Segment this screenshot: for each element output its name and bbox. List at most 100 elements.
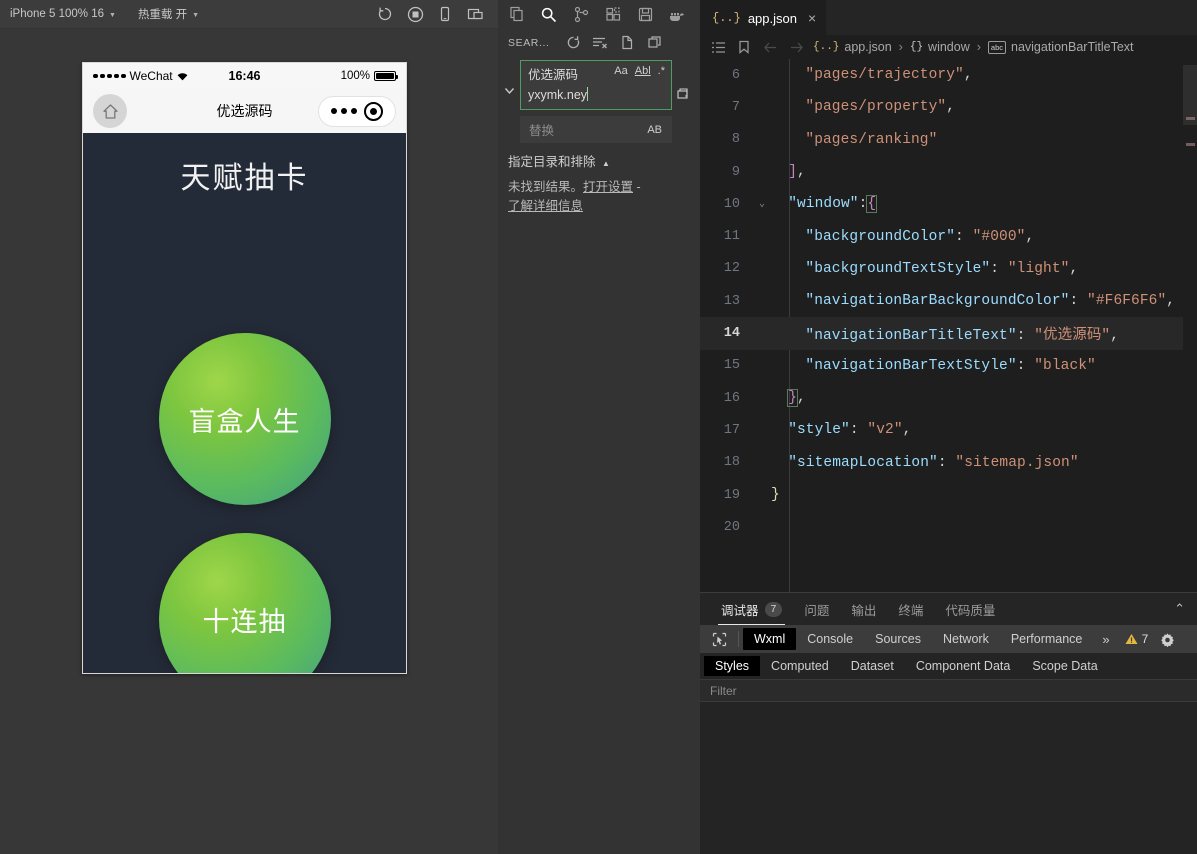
- source-control-icon[interactable]: [565, 0, 597, 29]
- replace-all-icon[interactable]: [672, 60, 694, 94]
- panel-tab[interactable]: 代码质量: [934, 593, 1006, 625]
- code-line[interactable]: 14"navigationBarTitleText": "优选源码",: [700, 317, 1197, 349]
- bookmark-icon[interactable]: [732, 36, 756, 58]
- code-line[interactable]: 12"backgroundTextStyle": "light",: [700, 253, 1197, 285]
- ten-draw-button[interactable]: 十连抽: [159, 533, 331, 673]
- breadcrumb-item-window[interactable]: {} window: [907, 40, 973, 54]
- replace-input[interactable]: 替换 AB: [520, 116, 672, 143]
- search-input[interactable]: 优选源码 yxymk.ney Aa Abl .*: [520, 60, 672, 110]
- fold-chevron-icon[interactable]: ⌄: [753, 198, 771, 210]
- breadcrumb-property-label: navigationBarTitleText: [1011, 40, 1134, 54]
- devtools-tab[interactable]: Performance: [1000, 628, 1094, 650]
- styles-tab[interactable]: Styles: [704, 656, 760, 676]
- blind-box-button[interactable]: 盲盒人生: [159, 333, 331, 505]
- save-all-icon[interactable]: [629, 0, 661, 29]
- code-text: ],: [771, 164, 806, 180]
- devtools-tab-bar: WxmlConsoleSourcesNetworkPerformance » 7: [700, 625, 1197, 653]
- search-icon[interactable]: [533, 0, 565, 29]
- extensions-icon[interactable]: [597, 0, 629, 29]
- editor-area: {..} app.json × {..} app.json: [700, 0, 1197, 854]
- code-line[interactable]: 17"style": "v2",: [700, 414, 1197, 446]
- code-line[interactable]: 16},: [700, 382, 1197, 414]
- element-picker-icon[interactable]: [704, 627, 734, 651]
- code-line[interactable]: 10⌄"window":{: [700, 188, 1197, 220]
- toggle-replace-icon[interactable]: [498, 60, 520, 143]
- devtools-tab[interactable]: Network: [932, 628, 1000, 650]
- panel-tab[interactable]: 终端: [887, 593, 934, 625]
- regex-option[interactable]: .*: [657, 65, 666, 77]
- style-filter-bar[interactable]: [700, 679, 1197, 702]
- more-dots-icon[interactable]: [331, 108, 357, 114]
- minimap-slider[interactable]: [1183, 65, 1197, 125]
- forward-arrow-icon[interactable]: [784, 36, 808, 58]
- phone-icon[interactable]: [432, 3, 458, 25]
- code-text: "pages/property",: [771, 99, 955, 115]
- files-icon[interactable]: [501, 0, 533, 29]
- code-line[interactable]: 11"backgroundColor": "#000",: [700, 220, 1197, 252]
- whole-word-option[interactable]: Abl: [634, 65, 652, 77]
- back-arrow-icon[interactable]: [758, 36, 782, 58]
- styles-tab[interactable]: Scope Data: [1021, 656, 1108, 676]
- styles-tab[interactable]: Dataset: [840, 656, 905, 676]
- refresh-icon[interactable]: [372, 3, 398, 25]
- outline-icon[interactable]: [706, 36, 730, 58]
- clear-search-icon[interactable]: [587, 32, 614, 54]
- include-exclude-toggle[interactable]: 指定目录和排除 ▲: [498, 143, 700, 170]
- code-line[interactable]: 18"sitemapLocation": "sitemap.json": [700, 447, 1197, 479]
- minimap[interactable]: [1183, 59, 1197, 592]
- line-number: 10: [700, 197, 753, 212]
- code-line[interactable]: 19}: [700, 479, 1197, 511]
- collapse-all-icon[interactable]: [641, 32, 668, 54]
- breadcrumb-window-label: window: [928, 40, 970, 54]
- line-number: 18: [700, 455, 753, 470]
- chevron-up-icon[interactable]: ⌃: [1174, 601, 1187, 617]
- tab-app-json[interactable]: {..} app.json ×: [700, 0, 827, 35]
- code-line[interactable]: 8"pages/ranking": [700, 124, 1197, 156]
- panel-tab[interactable]: 问题: [793, 593, 840, 625]
- gear-icon[interactable]: [1154, 627, 1180, 651]
- devtools-tab[interactable]: Wxml: [743, 628, 796, 650]
- breadcrumb-separator: ›: [899, 40, 903, 54]
- record-icon[interactable]: [402, 3, 428, 25]
- code-line[interactable]: 9],: [700, 156, 1197, 188]
- devtools-tab[interactable]: Sources: [864, 628, 932, 650]
- search-input-line2: yxymk.ney: [528, 85, 619, 105]
- panel-tab[interactable]: 调试器7: [710, 593, 793, 625]
- search-panel-header: SEAR...: [498, 29, 700, 56]
- breadcrumb-item-file[interactable]: {..} app.json: [810, 40, 895, 54]
- panel-tab[interactable]: 输出: [840, 593, 887, 625]
- target-icon[interactable]: [364, 102, 383, 121]
- code-editor[interactable]: 6"pages/trajectory",7"pages/property",8"…: [700, 59, 1197, 592]
- close-icon[interactable]: ×: [808, 10, 816, 26]
- open-settings-link[interactable]: 打开设置: [583, 180, 633, 194]
- device-selector[interactable]: iPhone 5 100% 16 ▼: [10, 8, 116, 20]
- simulator-stage: WeChat 16:46 100% 优选源码: [0, 29, 498, 854]
- new-file-icon[interactable]: [614, 32, 641, 54]
- line-number: 13: [700, 294, 753, 309]
- styles-tab[interactable]: Component Data: [905, 656, 1022, 676]
- hot-reload-selector[interactable]: 热重载 开 ▼: [138, 6, 199, 22]
- split-window-icon[interactable]: [462, 3, 488, 25]
- simulator-column: iPhone 5 100% 16 ▼ 热重载 开 ▼: [0, 0, 498, 854]
- tab-label: app.json: [748, 11, 797, 26]
- code-text: "pages/trajectory",: [771, 67, 973, 83]
- devtools-tab[interactable]: Console: [796, 628, 864, 650]
- docker-icon[interactable]: [661, 0, 693, 29]
- panel-tab-label: 代码质量: [945, 600, 995, 619]
- more-tabs-button[interactable]: »: [1093, 632, 1118, 647]
- code-line[interactable]: 6"pages/trajectory",: [700, 59, 1197, 91]
- styles-tab[interactable]: Computed: [760, 656, 840, 676]
- chevron-up-icon: ▲: [602, 159, 610, 168]
- code-line[interactable]: 15"navigationBarTextStyle": "black": [700, 350, 1197, 382]
- code-line[interactable]: 20: [700, 511, 1197, 543]
- warning-count[interactable]: 7: [1119, 632, 1155, 646]
- refresh-icon[interactable]: [560, 32, 587, 54]
- match-case-option[interactable]: Aa: [613, 65, 628, 77]
- breadcrumb-item-property[interactable]: abc navigationBarTitleText: [985, 40, 1137, 54]
- code-line[interactable]: 13"navigationBarBackgroundColor": "#F6F6…: [700, 285, 1197, 317]
- style-filter-input[interactable]: [710, 684, 1187, 698]
- learn-more-link[interactable]: 了解详细信息: [508, 199, 583, 213]
- line-number: 11: [700, 229, 753, 244]
- preserve-case-option[interactable]: AB: [646, 124, 663, 136]
- code-line[interactable]: 7"pages/property",: [700, 91, 1197, 123]
